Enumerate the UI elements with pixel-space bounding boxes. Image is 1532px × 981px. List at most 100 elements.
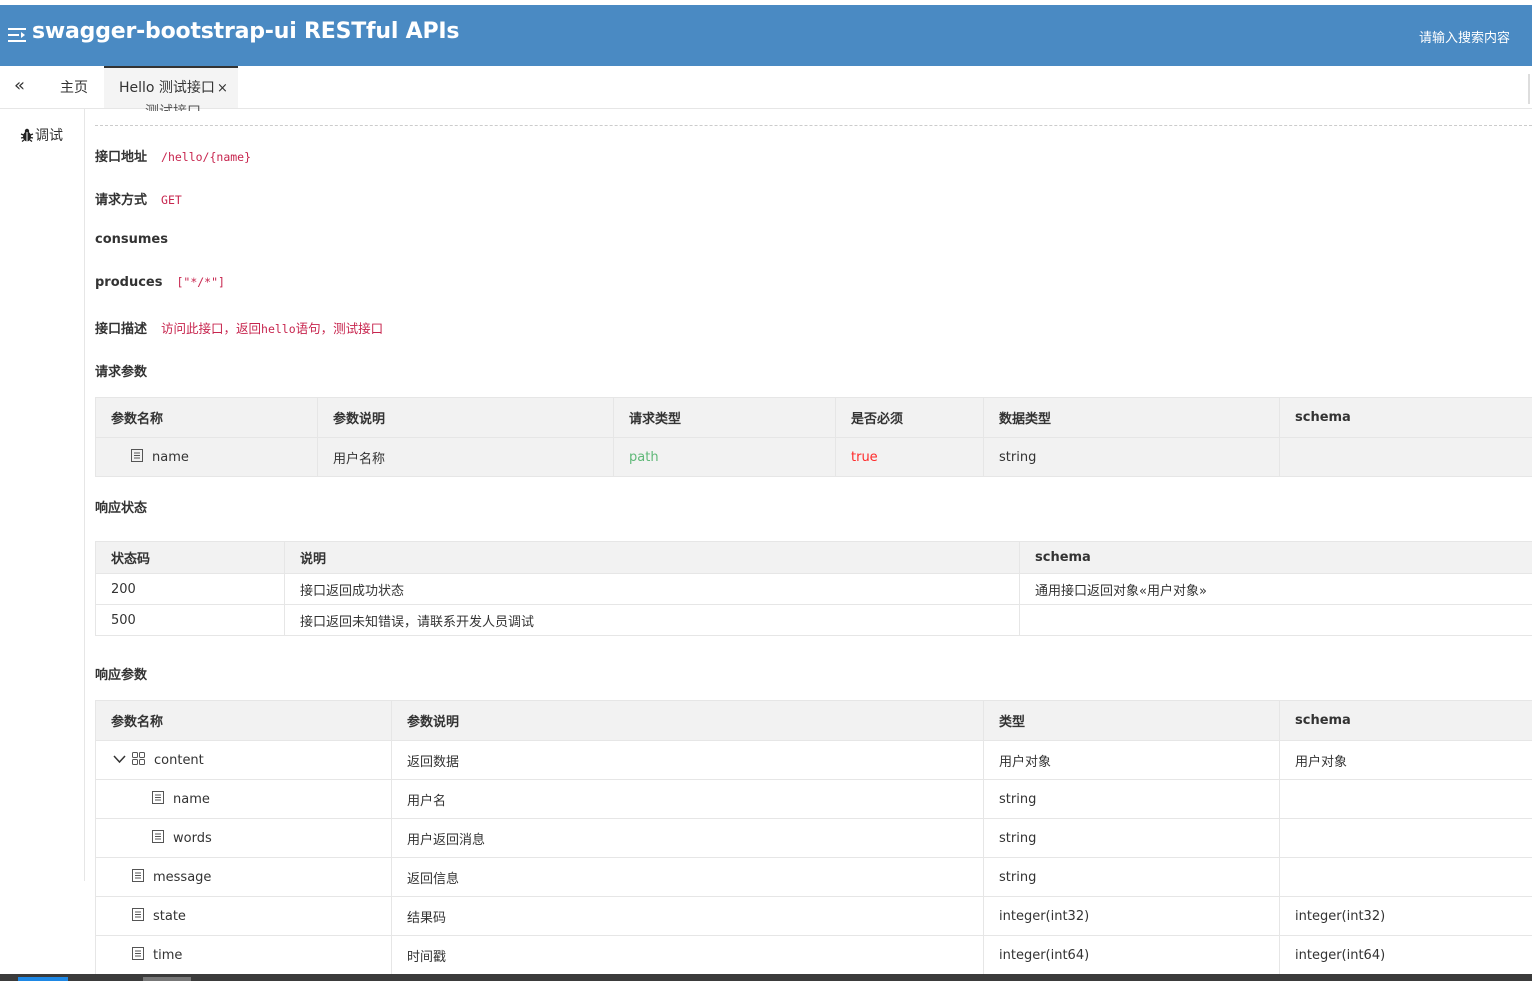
status-desc: 接口返回未知错误，请联系开发人员调试 <box>284 604 1020 636</box>
param-type: integer(int32) <box>983 896 1280 936</box>
tab-bar: « 主页 Hello 测试接口 × <box>0 66 1532 109</box>
app-header: swagger-bootstrap-ui RESTful APIs <box>0 5 1532 66</box>
table-row[interactable]: message 返回信息 string <box>95 857 1532 897</box>
param-schema <box>1279 857 1532 897</box>
column-header: 数据类型 <box>983 397 1280 438</box>
param-desc: 时间戳 <box>391 935 984 975</box>
object-grid-icon <box>132 752 145 765</box>
request-params-title: 请求参数 <box>95 365 148 380</box>
document-icon <box>152 791 164 804</box>
table-row[interactable]: name 用户名 string <box>95 779 1532 819</box>
chevron-down-icon[interactable] <box>113 754 126 764</box>
menu-icon[interactable] <box>8 27 26 43</box>
table-header-row: 状态码 说明 schema <box>95 541 1532 574</box>
param-desc: 返回信息 <box>391 857 984 897</box>
param-schema: 用户对象 <box>1279 740 1532 780</box>
tab-bar-divider <box>1528 74 1530 104</box>
field-method: 请求方式 GET <box>95 189 182 208</box>
response-status-title: 响应状态 <box>95 501 148 516</box>
param-desc: 用户返回消息 <box>391 818 984 858</box>
param-schema: integer(int32) <box>1279 896 1532 936</box>
bug-icon <box>20 128 34 142</box>
param-name-cell: content <box>95 740 392 780</box>
double-chevron-left-icon[interactable]: « <box>14 76 36 98</box>
param-desc: 用户名称 <box>317 437 614 477</box>
response-params-title: 响应参数 <box>95 668 148 683</box>
produces-label: produces <box>95 275 163 290</box>
param-in: path <box>613 437 836 477</box>
document-icon <box>152 830 164 843</box>
param-type: string <box>983 437 1280 477</box>
param-schema <box>1279 779 1532 819</box>
search-input[interactable] <box>1310 30 1510 45</box>
sidebar: 调试 <box>6 109 85 881</box>
document-icon <box>131 449 143 462</box>
param-name: name <box>173 792 210 807</box>
table-row[interactable]: content 返回数据 用户对象 用户对象 <box>95 740 1532 780</box>
table-row[interactable]: name 用户名称 path true string <box>95 437 1532 477</box>
sidebar-item-debug[interactable]: 调试 <box>20 125 63 145</box>
description-value: 访问此接口，返回hello语句，测试接口 <box>161 321 383 336</box>
param-name-cell: name <box>95 437 318 477</box>
table-header-row: 参数名称 参数说明 类型 schema <box>95 700 1532 741</box>
table-row[interactable]: state 结果码 integer(int32) integer(int32) <box>95 896 1532 936</box>
app-title: swagger-bootstrap-ui RESTful APIs <box>32 19 460 44</box>
field-address: 接口地址/hello/{name} <box>95 146 251 165</box>
document-icon <box>132 908 144 921</box>
param-name-cell: time <box>95 935 392 975</box>
dashed-divider <box>95 125 1532 126</box>
param-schema <box>1279 818 1532 858</box>
column-header: 参数名称 <box>95 700 392 741</box>
column-header: 类型 <box>983 700 1280 741</box>
column-header: 说明 <box>284 541 1020 574</box>
taskbar-indicator <box>143 977 191 981</box>
param-type: 用户对象 <box>983 740 1280 780</box>
param-name-cell: words <box>95 818 392 858</box>
column-header: schema <box>1279 700 1532 741</box>
param-type: string <box>983 857 1280 897</box>
column-header: 状态码 <box>95 541 285 574</box>
param-name: time <box>153 948 183 963</box>
document-icon <box>132 947 144 960</box>
field-produces: produces ["*/*"] <box>95 275 225 290</box>
param-desc: 结果码 <box>391 896 984 936</box>
status-desc: 接口返回成功状态 <box>284 573 1020 605</box>
description-part-2: hello <box>261 322 296 336</box>
status-schema <box>1019 604 1532 636</box>
section-title-partial: 测试接口 <box>145 101 201 111</box>
produces-value: ["*/*"] <box>176 275 225 289</box>
param-name-cell: state <box>95 896 392 936</box>
param-name: content <box>154 753 204 768</box>
status-schema: 通用接口返回对象«用户对象» <box>1019 573 1532 605</box>
param-name: words <box>173 831 212 846</box>
table-row[interactable]: words 用户返回消息 string <box>95 818 1532 858</box>
table-row: 500 接口返回未知错误，请联系开发人员调试 <box>95 604 1532 636</box>
consumes-label: consumes <box>95 232 168 247</box>
param-name-cell: message <box>95 857 392 897</box>
tab-home[interactable]: 主页 <box>60 66 88 108</box>
description-label: 接口描述 <box>95 322 148 337</box>
method-value: GET <box>161 193 182 207</box>
response-status-table: 状态码 说明 schema 200 接口返回成功状态 通用接口返回对象«用户对象… <box>95 541 1532 636</box>
param-name: name <box>152 450 189 465</box>
taskbar-active-indicator <box>18 977 68 981</box>
table-row: 200 接口返回成功状态 通用接口返回对象«用户对象» <box>95 573 1532 605</box>
description-part-1: 访问此接口，返回 <box>161 321 262 336</box>
param-schema <box>1279 437 1532 477</box>
param-type: integer(int64) <box>983 935 1280 975</box>
column-header: 是否必须 <box>835 397 984 438</box>
document-icon <box>132 869 144 882</box>
taskbar-strip <box>0 974 1532 981</box>
sidebar-item-debug-label: 调试 <box>35 128 63 144</box>
table-header-row: 参数名称 参数说明 请求类型 是否必须 数据类型 schema <box>95 397 1532 438</box>
param-desc: 用户名 <box>391 779 984 819</box>
close-icon[interactable]: × <box>217 81 228 96</box>
table-row[interactable]: time 时间戳 integer(int64) integer(int64) <box>95 935 1532 975</box>
column-header: 参数说明 <box>391 700 984 741</box>
tab-hello-test-label: Hello 测试接口 <box>119 80 215 96</box>
field-consumes: consumes <box>95 232 168 247</box>
response-params-table: 参数名称 参数说明 类型 schema content 返回数据 用户对象 用户… <box>95 700 1532 975</box>
method-label: 请求方式 <box>95 193 148 208</box>
param-name: state <box>153 909 186 924</box>
status-code: 200 <box>95 573 285 605</box>
